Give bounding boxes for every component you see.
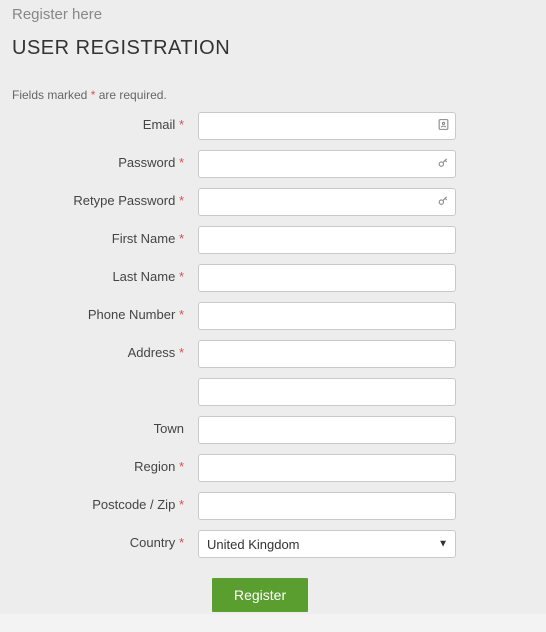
last-name-field[interactable] <box>198 264 456 292</box>
footer-strip <box>0 614 546 632</box>
email-field[interactable] <box>198 112 456 140</box>
phone-label: Phone Number * <box>12 302 198 322</box>
email-label-text: Email <box>143 117 176 132</box>
town-label: Town <box>12 416 198 436</box>
required-asterisk: * <box>179 345 184 360</box>
required-asterisk: * <box>179 269 184 284</box>
page-subtitle: Register here <box>12 6 534 23</box>
key-icon <box>437 156 450 172</box>
email-label: Email * <box>12 112 198 132</box>
required-note-suffix: are required. <box>95 88 166 102</box>
required-note: Fields marked * are required. <box>12 88 534 102</box>
address-line2-label <box>12 378 198 383</box>
required-asterisk: * <box>179 193 184 208</box>
region-field[interactable] <box>198 454 456 482</box>
country-select[interactable]: United Kingdom <box>198 530 456 558</box>
password-field[interactable] <box>198 150 456 178</box>
retype-password-label-text: Retype Password <box>73 193 175 208</box>
required-asterisk: * <box>179 117 184 132</box>
country-label: Country * <box>12 530 198 550</box>
contact-icon <box>437 118 450 134</box>
required-asterisk: * <box>179 497 184 512</box>
required-asterisk: * <box>179 155 184 170</box>
town-label-text: Town <box>154 421 184 436</box>
last-name-label: Last Name * <box>12 264 198 284</box>
address-label: Address * <box>12 340 198 360</box>
postcode-label: Postcode / Zip * <box>12 492 198 512</box>
required-asterisk: * <box>179 535 184 550</box>
registration-form: Email * Password * <box>12 112 534 612</box>
address-label-text: Address <box>128 345 176 360</box>
address-line2-field[interactable] <box>198 378 456 406</box>
retype-password-label: Retype Password * <box>12 188 198 208</box>
password-label: Password * <box>12 150 198 170</box>
postcode-field[interactable] <box>198 492 456 520</box>
postcode-label-text: Postcode / Zip <box>92 497 175 512</box>
required-note-prefix: Fields marked <box>12 88 91 102</box>
last-name-label-text: Last Name <box>112 269 175 284</box>
phone-label-text: Phone Number <box>88 307 175 322</box>
first-name-label-text: First Name <box>112 231 176 246</box>
phone-field[interactable] <box>198 302 456 330</box>
first-name-field[interactable] <box>198 226 456 254</box>
password-label-text: Password <box>118 155 175 170</box>
retype-password-field[interactable] <box>198 188 456 216</box>
register-button[interactable]: Register <box>212 578 308 612</box>
required-asterisk: * <box>179 459 184 474</box>
town-field[interactable] <box>198 416 456 444</box>
required-asterisk: * <box>179 307 184 322</box>
region-label-text: Region <box>134 459 175 474</box>
key-icon <box>437 194 450 210</box>
first-name-label: First Name * <box>12 226 198 246</box>
address-line1-field[interactable] <box>198 340 456 368</box>
page-title: USER REGISTRATION <box>12 37 534 60</box>
region-label: Region * <box>12 454 198 474</box>
required-asterisk: * <box>179 231 184 246</box>
country-label-text: Country <box>130 535 176 550</box>
